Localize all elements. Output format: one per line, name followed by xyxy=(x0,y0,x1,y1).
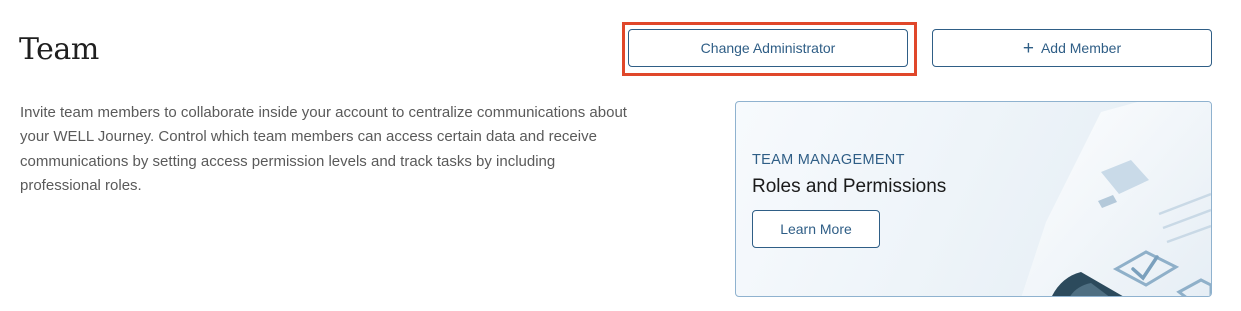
learn-more-label: Learn More xyxy=(780,221,852,237)
roles-permissions-card: TEAM MANAGEMENT Roles and Permissions Le… xyxy=(735,101,1212,297)
learn-more-button[interactable]: Learn More xyxy=(752,210,880,248)
plus-icon: + xyxy=(1022,38,1034,59)
change-administrator-label: Change Administrator xyxy=(700,40,836,56)
page-title: Team xyxy=(19,32,99,67)
checklist-icon xyxy=(1021,102,1211,296)
team-description: Invite team members to collaborate insid… xyxy=(20,104,627,194)
change-administrator-button[interactable]: Change Administrator xyxy=(628,29,908,67)
add-member-button[interactable]: + Add Member xyxy=(932,29,1212,67)
add-member-label: Add Member xyxy=(1040,40,1122,56)
promo-eyebrow: TEAM MANAGEMENT xyxy=(752,152,905,168)
promo-heading: Roles and Permissions xyxy=(752,176,947,197)
